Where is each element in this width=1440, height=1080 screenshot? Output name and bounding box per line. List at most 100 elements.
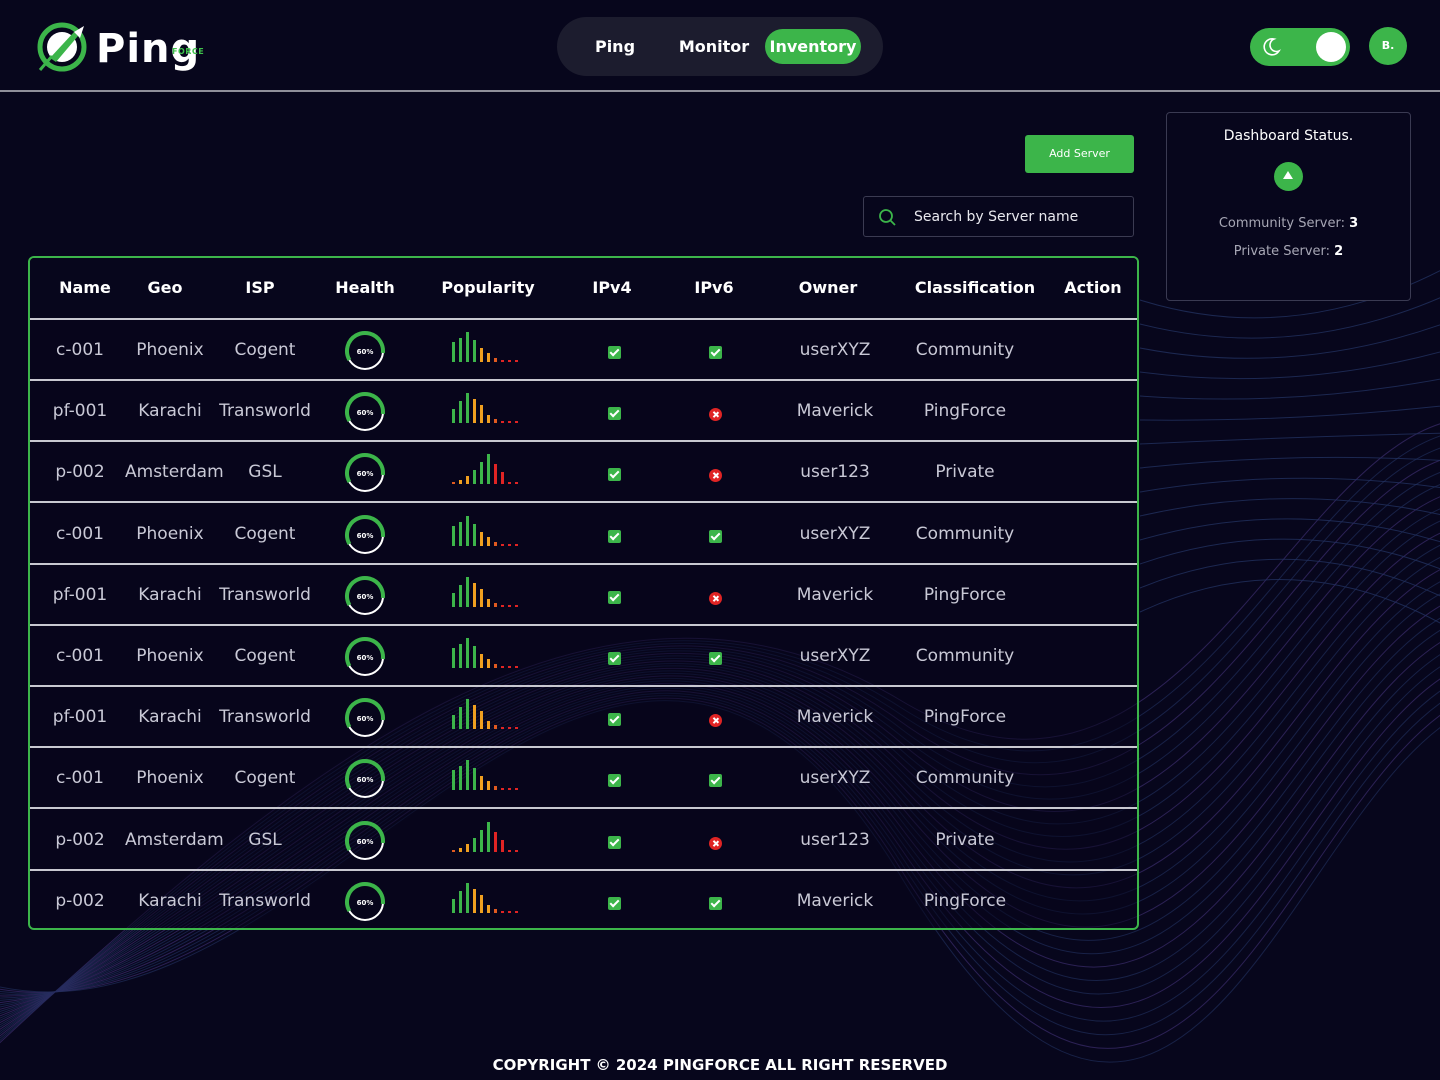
pingforce-logo[interactable]: Ping FORCE xyxy=(34,20,209,74)
top-header: Ping FORCE Ping Monitor Inventory B. xyxy=(0,0,1440,92)
tab-ping[interactable]: Ping xyxy=(585,29,645,64)
popularity-bar xyxy=(501,543,504,546)
background-wave-line xyxy=(1139,324,1440,359)
cell-geo: Phoenix xyxy=(136,340,204,360)
popularity-bar xyxy=(515,666,518,668)
footer-copyright: COPYRIGHT © 2024 PINGFORCE ALL RIGHT RES… xyxy=(492,1056,948,1074)
ipv4-check-icon xyxy=(608,529,621,543)
table-row[interactable]: p-002 Amsterdam GSL 60% user123 Private xyxy=(30,442,1137,504)
theme-toggle[interactable] xyxy=(1250,28,1350,66)
health-value: 60% xyxy=(357,470,374,478)
cell-classification: Community xyxy=(915,340,1015,360)
popularity-bar xyxy=(494,664,497,668)
popularity-bar xyxy=(459,584,462,607)
popularity-bar xyxy=(466,882,469,913)
cell-geo: Phoenix xyxy=(136,768,204,789)
cell-geo: Karachi xyxy=(138,584,202,605)
health-gauge-icon: 60% xyxy=(345,698,385,739)
popularity-bar xyxy=(452,409,455,424)
popularity-bar xyxy=(501,839,504,852)
popularity-bar xyxy=(452,849,455,852)
ipv4-check-icon xyxy=(608,896,621,910)
col-name: Name xyxy=(59,278,111,297)
popularity-bar xyxy=(494,786,497,791)
search-input[interactable] xyxy=(914,205,1124,229)
table-row[interactable]: c-001 Phoenix Cogent 60% userXYZ Community xyxy=(30,320,1137,381)
ipv6-cross-icon xyxy=(709,591,722,605)
logo-subtext: FORCE xyxy=(172,47,205,56)
popularity-bars xyxy=(452,332,518,362)
popularity-bar xyxy=(473,399,476,424)
table-row[interactable]: c-001 Phoenix Cogent 60% userXYZ Community xyxy=(30,748,1137,810)
cell-owner: Maverick xyxy=(796,707,874,728)
popularity-bar xyxy=(466,515,469,546)
popularity-bar xyxy=(515,482,518,485)
health-value: 60% xyxy=(357,654,374,662)
cell-name: p-002 xyxy=(55,829,105,850)
background-wave-line xyxy=(1139,456,1440,469)
popularity-bars xyxy=(452,760,518,791)
toggle-knob xyxy=(1316,32,1346,62)
popularity-bars xyxy=(452,882,518,913)
popularity-bar xyxy=(466,576,469,607)
popularity-bar xyxy=(508,788,511,791)
popularity-bar xyxy=(487,353,490,362)
health-gauge-icon: 60% xyxy=(345,759,385,800)
tab-inventory[interactable]: Inventory xyxy=(765,29,861,64)
ipv6-cross-icon xyxy=(709,408,722,422)
popularity-bars xyxy=(452,515,518,546)
popularity-bar xyxy=(452,482,455,485)
arrow-up-icon[interactable] xyxy=(1274,162,1303,191)
cell-classification: PingForce xyxy=(923,707,1007,728)
popularity-bar xyxy=(508,727,511,730)
popularity-bar xyxy=(494,419,497,424)
table-row[interactable]: pf-001 Karachi Transworld 60% Maverick PingFo… xyxy=(30,687,1137,749)
background-wave-line xyxy=(1139,405,1440,421)
popularity-bar xyxy=(494,908,497,913)
cell-owner: userXYZ xyxy=(799,646,871,666)
ipv4-check-icon xyxy=(608,468,621,482)
add-server-button[interactable]: Add Server xyxy=(1025,135,1134,173)
cell-isp: Transworld xyxy=(219,890,311,911)
health-gauge-icon: 60% xyxy=(345,392,385,433)
popularity-bars xyxy=(452,638,518,668)
table-row[interactable]: p-002 Amsterdam GSL 60% user123 Private xyxy=(30,810,1137,871)
popularity-bar xyxy=(487,904,490,913)
cell-classification: Private xyxy=(935,829,995,850)
ipv4-check-icon xyxy=(608,346,621,359)
popularity-bar xyxy=(473,705,476,730)
cell-name: pf-001 xyxy=(52,401,108,422)
user-avatar[interactable]: B. xyxy=(1369,27,1407,65)
health-gauge-icon: 60% xyxy=(345,575,385,616)
table-row[interactable]: pf-001 Karachi Transworld 60% Maverick PingFo… xyxy=(30,381,1137,443)
popularity-bar xyxy=(473,340,476,362)
popularity-bar xyxy=(508,360,511,362)
cell-geo: Karachi xyxy=(138,707,202,728)
cell-name: p-002 xyxy=(55,462,105,483)
table-row[interactable]: p-002 Karachi Transworld 60% Maverick PingFor… xyxy=(30,871,1137,928)
popularity-bars xyxy=(452,576,518,607)
popularity-bar xyxy=(501,727,504,730)
popularity-bar xyxy=(494,831,497,852)
health-value: 60% xyxy=(357,593,374,601)
ipv6-check-icon xyxy=(709,529,722,543)
popularity-bar xyxy=(515,727,518,730)
table-row[interactable]: c-001 Phoenix Cogent 60% userXYZ Community xyxy=(30,504,1137,565)
table-row[interactable]: pf-001 Karachi Transworld 60% Maverick PingFo… xyxy=(30,565,1137,626)
col-action: Action xyxy=(1064,278,1122,297)
cell-name: c-001 xyxy=(56,340,104,360)
tab-monitor[interactable]: Monitor xyxy=(675,29,753,64)
moon-icon xyxy=(1263,38,1281,56)
private-server-label: Private Server: xyxy=(1233,244,1331,259)
cell-classification: PingForce xyxy=(923,584,1007,605)
table-row[interactable]: c-001 Phoenix Cogent 60% userXYZ Community xyxy=(30,626,1137,687)
cell-geo: Amsterdam xyxy=(125,829,224,850)
popularity-bar xyxy=(452,525,455,546)
popularity-bar xyxy=(494,541,497,546)
popularity-bar xyxy=(480,894,483,913)
col-isp: ISP xyxy=(245,278,275,297)
status-card-title: Dashboard Status. xyxy=(1223,128,1354,144)
popularity-bar xyxy=(515,849,518,852)
health-value: 60% xyxy=(357,899,374,907)
ipv4-check-icon xyxy=(608,590,621,604)
